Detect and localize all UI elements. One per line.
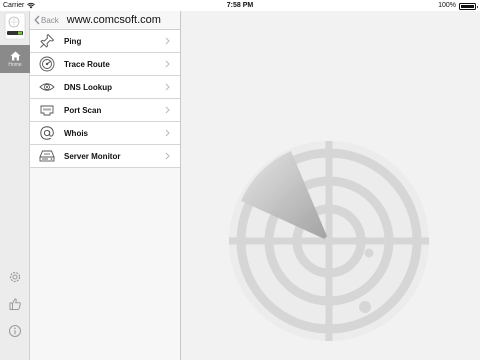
list-item-label: Port Scan <box>64 105 102 115</box>
list-item-label: Trace Route <box>64 59 110 69</box>
left-rail: Home <box>0 11 30 360</box>
list-item-label: DNS Lookup <box>64 82 112 92</box>
home-label: Home <box>8 61 22 68</box>
server-icon <box>39 148 55 164</box>
list-item-label: Whois <box>64 128 88 138</box>
home-tab[interactable]: Home <box>0 45 30 73</box>
port-icon <box>39 102 55 118</box>
chevron-right-icon <box>165 60 170 68</box>
chevron-right-icon <box>165 106 170 114</box>
chevron-left-icon <box>34 15 40 25</box>
list-item-label: Server Monitor <box>64 151 121 161</box>
battery-icon <box>459 3 478 10</box>
app-thumbnail[interactable] <box>3 11 27 43</box>
list-item-label: Ping <box>64 36 82 46</box>
pin-icon <box>39 33 55 49</box>
thumbs-up-icon[interactable] <box>8 297 22 311</box>
list-item-trace-route[interactable]: Trace Route <box>30 53 180 76</box>
info-icon[interactable] <box>8 324 22 338</box>
host-title: www.comcsoft.com <box>66 14 161 26</box>
list-item-dns-lookup[interactable]: DNS Lookup <box>30 76 180 99</box>
chevron-right-icon <box>165 37 170 45</box>
battery-fill <box>461 5 474 8</box>
back-button[interactable]: Back <box>30 11 59 30</box>
eye-icon <box>39 79 55 95</box>
list-item-server-monitor[interactable]: Server Monitor <box>30 145 180 168</box>
status-time: 7:58 PM <box>226 2 254 9</box>
chevron-right-icon <box>165 129 170 137</box>
status-right: 100% <box>438 0 478 11</box>
radar-icon <box>229 141 429 341</box>
trace-icon <box>39 56 55 72</box>
list-item-whois[interactable]: Whois <box>30 122 180 145</box>
list-item-ping[interactable]: Ping <box>30 30 180 53</box>
app-logo-icon <box>4 12 26 40</box>
detail-area <box>181 11 480 360</box>
tools-list: Ping Trace Route DNS Lookup Port Scan Wh… <box>30 30 180 168</box>
chevron-right-icon <box>165 83 170 91</box>
chevron-right-icon <box>165 152 170 160</box>
navigation-bar: Back www.comcsoft.com <box>30 11 180 30</box>
settings-icon[interactable] <box>8 270 22 284</box>
status-bar: Carrier 7:58 PM 100% <box>0 0 480 11</box>
back-label: Back <box>41 15 59 25</box>
battery-percent: 100% <box>438 2 456 9</box>
tools-panel: Back www.comcsoft.com Ping Trace Route D… <box>30 11 181 360</box>
at-icon <box>39 125 55 141</box>
home-icon <box>10 51 20 60</box>
list-item-port-scan[interactable]: Port Scan <box>30 99 180 122</box>
